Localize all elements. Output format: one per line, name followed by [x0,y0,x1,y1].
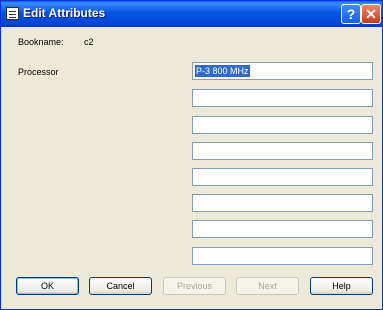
attribute-field-8[interactable] [192,247,373,265]
attribute-field-7[interactable] [192,220,373,238]
processor-value: P-3 800 MHz [195,65,250,77]
attribute-field-5[interactable] [192,168,373,186]
cancel-button[interactable]: Cancel [89,277,152,295]
previous-button[interactable]: Previous [163,277,226,295]
title-help-button[interactable]: ? [341,4,361,24]
attribute-field-3[interactable] [192,116,373,134]
bookname-label: Bookname: [18,37,64,47]
processor-label: Processor [18,67,59,77]
attribute-field-2[interactable] [192,89,373,107]
title-bar[interactable]: Edit Attributes ? ✕ [1,1,382,27]
ok-button[interactable]: OK [16,277,79,295]
next-button[interactable]: Next [236,277,299,295]
close-button[interactable]: ✕ [361,4,381,24]
attribute-field-6[interactable] [192,194,373,212]
help-button[interactable]: Help [310,277,373,295]
attribute-field-1[interactable]: P-3 800 MHz [192,62,373,80]
attribute-field-4[interactable] [192,142,373,160]
edit-attributes-dialog: Edit Attributes ? ✕ Bookname: c2 Process… [0,0,383,310]
dialog-title: Edit Attributes [23,6,106,20]
dialog-icon [6,7,19,20]
bookname-value: c2 [84,37,94,47]
